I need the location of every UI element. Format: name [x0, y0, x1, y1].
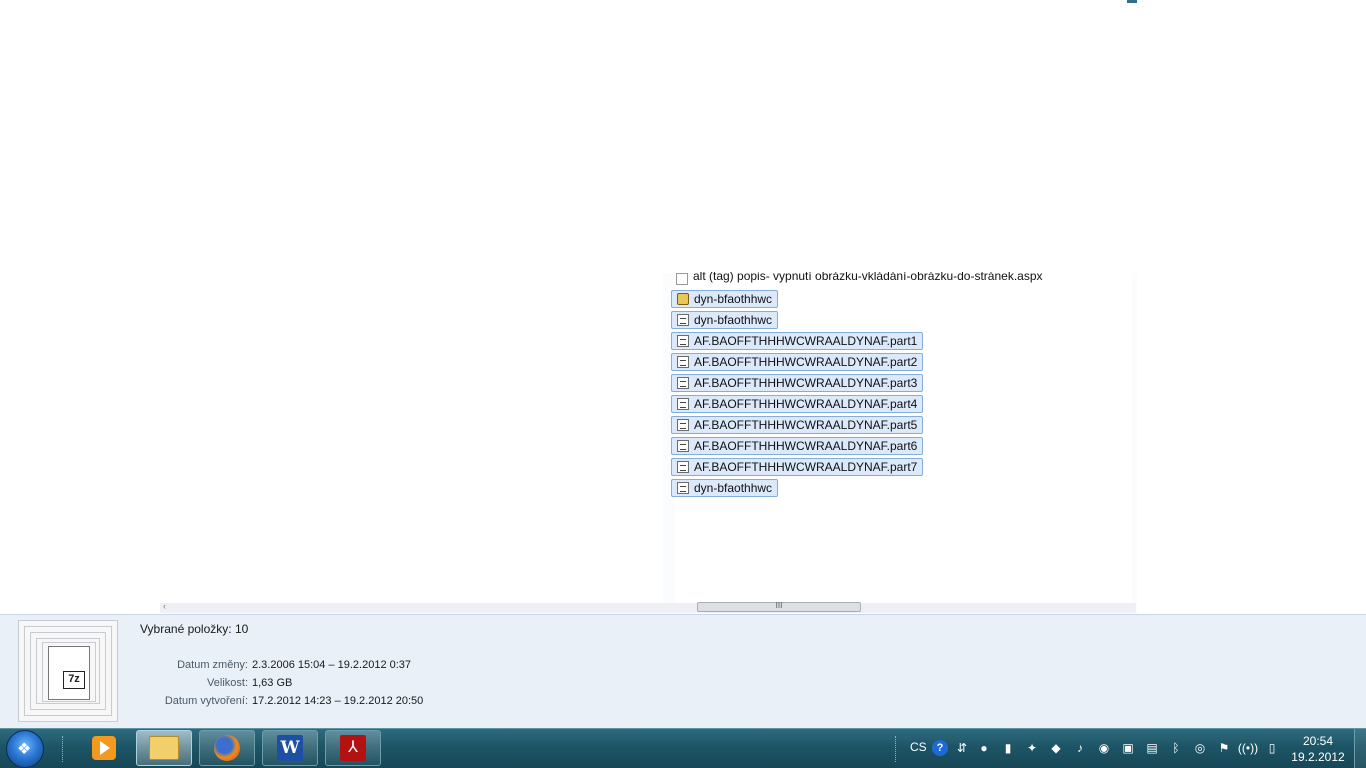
blank-file-icon	[676, 273, 688, 285]
image-file-icon	[677, 314, 689, 326]
file-row[interactable]: AF.BAOFFTHHHWCWRAALDYNAF.part1	[671, 332, 924, 350]
power-icon[interactable]: ▯	[1264, 740, 1280, 756]
media-player-icon	[92, 736, 116, 760]
word-icon: W	[277, 735, 303, 761]
file-row[interactable]: AF.BAOFFTHHHWCWRAALDYNAF.part5	[671, 416, 924, 434]
taskbar-media-player[interactable]	[76, 730, 132, 766]
file-row[interactable]: AF.BAOFFTHHHWCWRAALDYNAF.part7	[671, 458, 924, 476]
image-file-icon	[677, 398, 689, 410]
image-file-icon	[677, 482, 689, 494]
scroll-left-arrow-icon[interactable]: ‹	[163, 601, 166, 611]
file-row[interactable]: dyn-bfaothhwc	[671, 290, 779, 308]
windows-logo-icon: ❖	[17, 741, 32, 758]
window-edge-marker	[1127, 0, 1137, 3]
taskbar-acrobat[interactable]: ⅄	[325, 730, 381, 766]
taskbar-clock[interactable]: 20:54 19.2.2012	[1290, 733, 1346, 765]
clock-date: 19.2.2012	[1291, 750, 1345, 764]
action-center-flag-icon[interactable]: ⚑	[1216, 740, 1232, 756]
wireless-icon[interactable]: ((•))	[1238, 740, 1258, 756]
tools-icon[interactable]: ✦	[1024, 740, 1040, 756]
horizontal-scrollbar[interactable]	[160, 603, 1136, 613]
taskbar-word[interactable]: W	[262, 730, 318, 766]
bluetooth-icon[interactable]: ᛒ	[1168, 740, 1184, 756]
help-icon[interactable]: ?	[932, 740, 948, 756]
image-file-icon	[677, 377, 689, 389]
browser-tray-icon[interactable]: ◎	[1192, 740, 1208, 756]
signal-bars-icon[interactable]: ▮	[1000, 740, 1016, 756]
tray-grip[interactable]	[895, 736, 899, 762]
volume-icon[interactable]: ♪	[1072, 740, 1088, 756]
firefox-icon	[214, 735, 240, 761]
antivirus-icon[interactable]: ◉	[1096, 740, 1112, 756]
file-row[interactable]: dyn-bfaothhwc	[671, 479, 779, 497]
image-file-icon	[677, 356, 689, 368]
selected-items-count: Vybrané položky: 10	[140, 622, 249, 636]
monitor-icon[interactable]: ▣	[1120, 740, 1136, 756]
scrollbar-thumb[interactable]: III	[697, 602, 861, 612]
file-row[interactable]: AF.BAOFFTHHHWCWRAALDYNAF.part6	[671, 437, 924, 455]
file-row-partial[interactable]: alt (tag) popis- vypnutí obrázku-vkládán…	[671, 272, 1048, 286]
tray-overflow-icon[interactable]: ⇵	[954, 740, 970, 756]
taskbar-explorer[interactable]	[136, 730, 192, 766]
display-icon[interactable]: ▤	[1144, 740, 1160, 756]
image-file-icon	[677, 335, 689, 347]
file-row[interactable]: dyn-bfaothhwc	[671, 311, 779, 329]
update-icon[interactable]: ◆	[1048, 740, 1064, 756]
explorer-folder-icon	[149, 736, 179, 760]
image-file-icon	[677, 461, 689, 473]
file-row[interactable]: AF.BAOFFTHHHWCWRAALDYNAF.part3	[671, 374, 924, 392]
taskbar-firefox[interactable]	[199, 730, 255, 766]
network-drive-icon[interactable]: ●	[976, 740, 992, 756]
language-indicator[interactable]: CS	[910, 740, 927, 754]
7z-archive-icon: 7z	[48, 646, 90, 700]
image-file-icon	[677, 440, 689, 452]
file-row[interactable]: AF.BAOFFTHHHWCWRAALDYNAF.part4	[671, 395, 924, 413]
taskbar-grip[interactable]	[62, 736, 66, 762]
start-button[interactable]: ❖	[6, 730, 44, 768]
acrobat-icon: ⅄	[340, 735, 366, 761]
clock-time: 20:54	[1302, 734, 1334, 748]
archive-file-icon	[677, 293, 689, 305]
show-desktop-button[interactable]	[1354, 729, 1366, 768]
file-row[interactable]: AF.BAOFFTHHHWCWRAALDYNAF.part2	[671, 353, 924, 371]
image-file-icon	[677, 419, 689, 431]
